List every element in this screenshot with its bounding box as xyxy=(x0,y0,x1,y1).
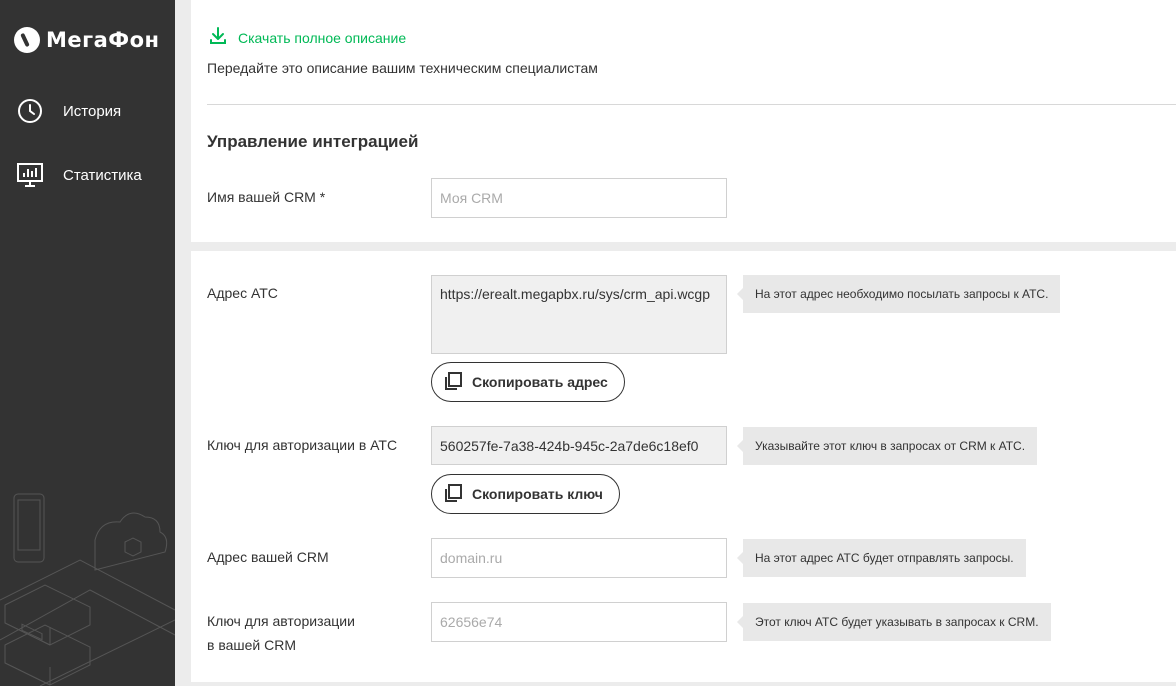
crm-key-label-line2: в вашей CRM xyxy=(207,637,297,653)
crm-key-label-line1: Ключ для авторизации xyxy=(207,613,355,629)
divider xyxy=(207,104,1176,105)
clock-icon xyxy=(16,97,44,125)
copy-icon xyxy=(443,371,463,394)
ats-address-label: Адрес АТС xyxy=(207,285,278,301)
sidebar-item-label: История xyxy=(63,102,122,120)
crm-address-input[interactable]: domain.ru xyxy=(431,538,727,578)
sidebar-item-statistics[interactable]: Статистика xyxy=(16,161,142,189)
copy-key-label: Скопировать ключ xyxy=(472,486,603,502)
sidebar-item-label: Статистика xyxy=(63,166,142,184)
crm-address-label: Адрес вашей CRM xyxy=(207,549,329,565)
crm-name-label: Имя вашей CRM * xyxy=(207,189,326,205)
crm-address-tip: На этот адрес АТС будет отправлять запро… xyxy=(737,539,1026,577)
ats-key-tip: Указывайте этот ключ в запросах от CRM к… xyxy=(736,427,1038,465)
ats-address-field[interactable]: https://erealt.megapbx.ru/sys/crm_api.wc… xyxy=(431,275,727,354)
megafon-logo-icon xyxy=(14,27,40,53)
download-icon xyxy=(208,26,228,49)
download-label: Скачать полное описание xyxy=(238,29,407,46)
copy-key-button[interactable]: Скопировать ключ xyxy=(431,474,620,514)
download-description-link[interactable]: Скачать полное описание xyxy=(208,26,406,49)
brand-name: МегаФон xyxy=(46,28,160,52)
copy-address-label: Скопировать адрес xyxy=(472,374,608,390)
crm-key-input[interactable]: 62656e74 xyxy=(431,602,727,642)
ats-address-tip: На этот адрес необходимо посылать запрос… xyxy=(736,275,1061,313)
monitor-chart-icon xyxy=(16,161,44,189)
copy-icon xyxy=(443,483,463,506)
ats-address-value: https://erealt.megapbx.ru/sys/crm_api.wc… xyxy=(440,286,711,302)
crm-name-input[interactable]: Моя CRM xyxy=(431,178,727,218)
sidebar: МегаФон История Статистика xyxy=(0,0,175,686)
ats-key-field[interactable]: 560257fe-7a38-424b-945c-2a7de6c18ef0 xyxy=(431,426,727,465)
isometric-decoration xyxy=(0,493,175,686)
section-title: Управление интеграцией xyxy=(207,132,419,151)
copy-address-button[interactable]: Скопировать адрес xyxy=(431,362,625,402)
sidebar-item-history[interactable]: История xyxy=(16,97,121,125)
megafon-logo[interactable]: МегаФон xyxy=(14,27,160,53)
crm-key-tip: Этот ключ АТС будет указывать в запросах… xyxy=(737,603,1051,641)
download-note: Передайте это описание вашим техническим… xyxy=(207,60,598,76)
ats-key-label: Ключ для авторизации в АТС xyxy=(207,437,398,453)
